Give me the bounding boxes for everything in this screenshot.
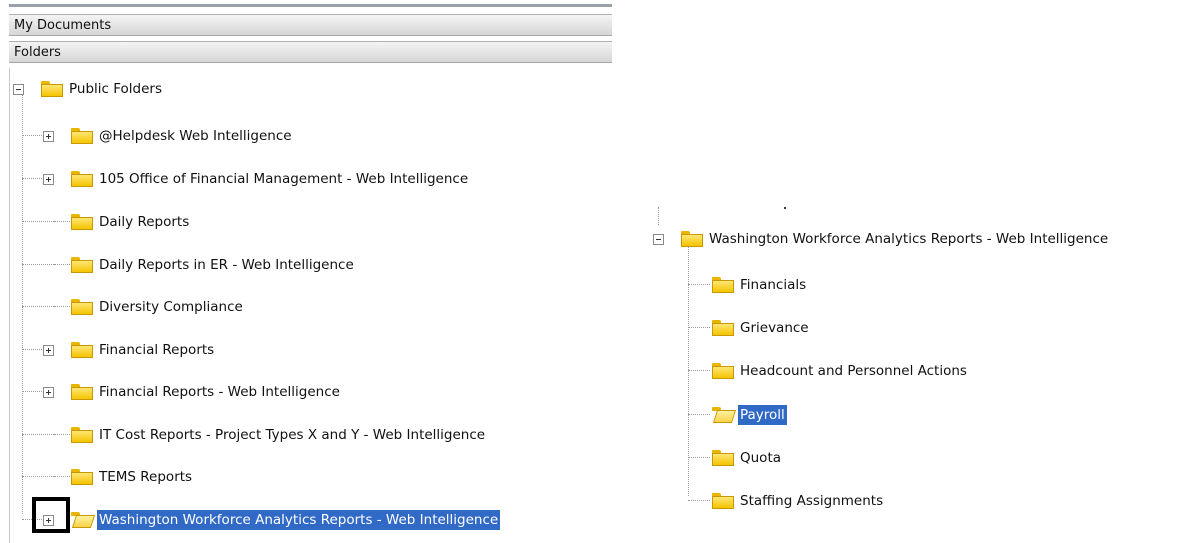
folder-label: Diversity Compliance: [99, 299, 243, 315]
tree-connector: [22, 178, 42, 179]
folder-label: Staffing Assignments: [740, 493, 884, 509]
tree-item-daily-reports-in-er-web-intelligence[interactable]: Daily Reports in ER - Web Intelligence: [43, 256, 683, 278]
folder-label: @Helpdesk Web Intelligence: [99, 128, 292, 144]
folder-icon: [71, 342, 93, 358]
tree-item-grievance[interactable]: Grievance: [684, 319, 1183, 341]
folder-label: Washington Workforce Analytics Reports -…: [97, 510, 501, 530]
folder-label: Financials: [740, 277, 807, 293]
folder-icon: [71, 384, 93, 400]
tree-item-quota[interactable]: Quota: [684, 449, 1183, 471]
tree-item-staffing-assignments[interactable]: Staffing Assignments: [684, 492, 1183, 514]
my-documents-header[interactable]: My Documents: [9, 14, 612, 36]
tree-connector: [658, 207, 659, 225]
folder-label: Daily Reports in ER - Web Intelligence: [99, 257, 354, 273]
expand-icon[interactable]: [43, 174, 54, 185]
panel-top-border: [9, 4, 612, 7]
folder-icon: [712, 493, 734, 509]
tree-item-financials[interactable]: Financials: [684, 276, 1183, 298]
folder-tree-panel: My Documents Folders Public Folders @Help…: [0, 0, 612, 543]
folder-icon: [71, 257, 93, 273]
expand-icon[interactable]: [43, 345, 54, 356]
highlight-box: [32, 497, 70, 533]
tree-item-diversity-compliance[interactable]: Diversity Compliance: [43, 298, 683, 320]
tree-item-helpdesk-web-intelligence[interactable]: @Helpdesk Web Intelligence: [43, 127, 683, 149]
tree-item-public-folders[interactable]: Public Folders: [13, 80, 653, 102]
folder-label: Washington Workforce Analytics Reports -…: [709, 231, 1109, 247]
folder-label: 105 Office of Financial Management - Web…: [99, 171, 469, 187]
tree-connector: [22, 135, 42, 136]
tree-connector: [784, 207, 786, 209]
folder-icon: [712, 363, 734, 379]
tree-connector: [22, 391, 42, 392]
tree-connector: [22, 94, 23, 514]
expand-icon[interactable]: [43, 131, 54, 142]
folder-icon: [71, 299, 93, 315]
folder-label: IT Cost Reports - Project Types X and Y …: [99, 427, 486, 443]
folder-label: Financial Reports: [99, 342, 215, 358]
expand-icon[interactable]: [43, 387, 54, 398]
folder-icon: [712, 450, 734, 466]
folder-icon: [71, 214, 93, 230]
folder-label: TEMS Reports: [99, 469, 193, 485]
tree-item-financial-reports-web-intelligence[interactable]: Financial Reports - Web Intelligence: [43, 383, 683, 405]
tree-item-financial-reports[interactable]: Financial Reports: [43, 341, 683, 363]
folder-label: Grievance: [740, 320, 809, 336]
tree-item-daily-reports[interactable]: Daily Reports: [43, 213, 683, 235]
folder-label: Payroll: [738, 405, 787, 425]
folder-label: Financial Reports - Web Intelligence: [99, 384, 340, 400]
folder-icon: [41, 81, 63, 97]
folder-icon: [712, 277, 734, 293]
tree-item-payroll[interactable]: Payroll: [684, 405, 1183, 428]
folder-label: Quota: [740, 450, 782, 466]
folder-label: Headcount and Personnel Actions: [740, 363, 967, 379]
folder-open-icon: [71, 512, 93, 528]
folder-icon: [71, 427, 93, 443]
folder-icon: [71, 128, 93, 144]
folder-icon: [712, 320, 734, 336]
tree-item-tems-reports[interactable]: TEMS Reports: [43, 468, 683, 490]
collapse-icon[interactable]: [653, 234, 664, 245]
collapse-icon[interactable]: [13, 84, 24, 95]
folders-header[interactable]: Folders: [9, 41, 612, 63]
folder-icon: [681, 231, 703, 247]
folder-icon: [71, 171, 93, 187]
folder-open-icon: [712, 407, 734, 423]
panel-left-border: [9, 68, 10, 543]
folder-label: Public Folders: [69, 81, 162, 97]
tree-item-105-office-of-financial-management-web-intelligence[interactable]: 105 Office of Financial Management - Web…: [43, 170, 683, 192]
folder-icon: [71, 469, 93, 485]
tree-item-it-cost-reports-project-types-x-and-y-web-intelligence[interactable]: IT Cost Reports - Project Types X and Y …: [43, 426, 683, 448]
folder-label: Daily Reports: [99, 214, 190, 230]
tree-connector: [22, 349, 42, 350]
tree-item-washington-workforce-analytics-reports-web-intelligence[interactable]: Washington Workforce Analytics Reports -…: [43, 510, 683, 533]
tree-item-headcount-and-personnel-actions[interactable]: Headcount and Personnel Actions: [684, 362, 1183, 384]
tree-item-washington-root[interactable]: Washington Workforce Analytics Reports -…: [653, 230, 1183, 252]
